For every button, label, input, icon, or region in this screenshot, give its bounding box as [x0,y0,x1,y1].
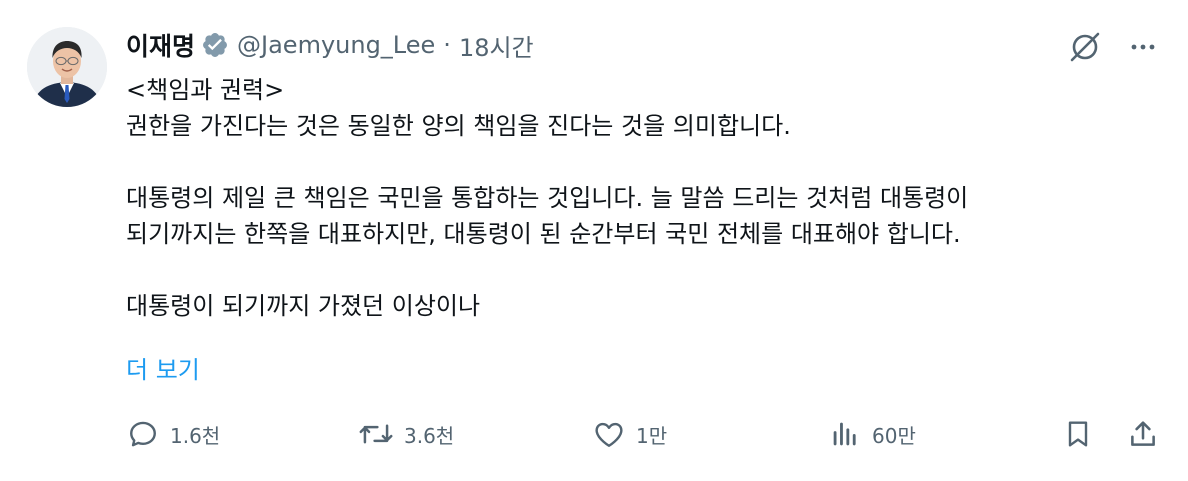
avatar-image [27,27,107,107]
retweet-button[interactable]: 3.6천 [358,414,454,454]
reply-button[interactable]: 1.6천 [126,414,220,454]
view-count: 60만 [872,423,916,448]
share-icon [1131,421,1155,446]
show-more-link[interactable]: 더 보기 [126,352,200,388]
grok-icon[interactable] [1068,30,1102,64]
like-count: 1만 [636,423,668,448]
tweet: 이재명 @Jaemyung_Lee · 18시간 <책임과 권력> 권한을 가진 [0,0,1188,481]
views-button[interactable]: 60만 [828,414,916,454]
tweet-header: 이재명 @Jaemyung_Lee · 18시간 [126,26,534,64]
like-button[interactable]: 1만 [592,414,667,454]
like-icon [595,422,623,447]
bookmark-icon [1068,421,1088,447]
action-bar: 1.6천 3.6천 1만 60만 [126,414,1162,454]
avatar[interactable] [27,27,107,107]
more-icon[interactable] [1128,32,1158,62]
user-handle[interactable]: @Jaemyung_Lee [237,31,435,59]
verified-badge-icon[interactable] [201,31,229,59]
retweet-count: 3.6천 [404,423,455,448]
views-icon [833,422,856,446]
retweet-icon [359,424,393,444]
reply-icon [130,421,156,447]
timestamp[interactable]: 18시간 [459,28,534,63]
top-actions [1068,30,1158,64]
tweet-text: <책임과 권력> 권한을 가진다는 것은 동일한 양의 책임을 진다는 것을 의… [126,76,969,320]
separator-dot: · [443,31,451,59]
reply-count: 1.6천 [170,423,221,448]
share-button[interactable] [1126,414,1160,454]
display-name[interactable]: 이재명 [126,27,195,63]
bookmark-button[interactable] [1062,414,1094,454]
